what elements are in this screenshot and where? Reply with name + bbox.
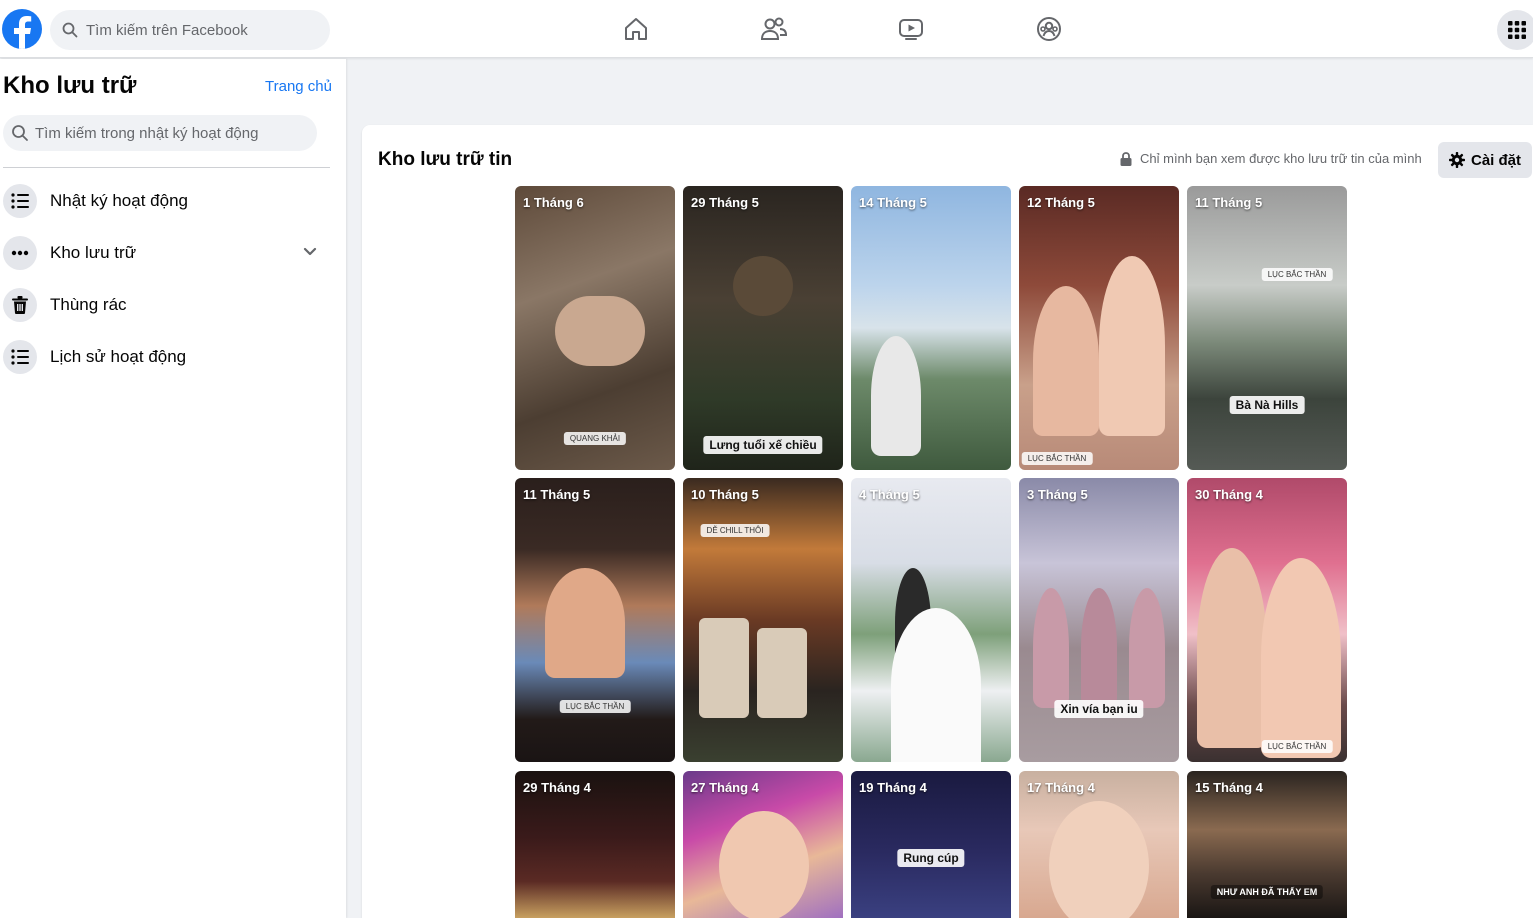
privacy-note: Chỉ mình bạn xem được kho lưu trữ tin củ… [1120, 151, 1422, 166]
search-icon [62, 22, 78, 38]
story-tile[interactable]: 4 Tháng 5 [851, 478, 1011, 762]
story-tile[interactable]: 11 Tháng 5 LỤC BẮC THẦN Bà Nà Hills [1187, 186, 1347, 470]
story-tile[interactable]: 3 Tháng 5 Xin vía bạn iu [1019, 478, 1179, 762]
story-archive-panel: Kho lưu trữ tin Chỉ mình bạn xem được kh… [362, 125, 1533, 918]
sidebar-item-label: Thùng rác [50, 295, 127, 314]
groups-icon[interactable] [1031, 11, 1067, 47]
story-date: 11 Tháng 5 [523, 487, 591, 502]
story-tile[interactable]: 27 Tháng 4 [683, 771, 843, 918]
sidebar-item-label: Kho lưu trữ [50, 243, 137, 262]
activity-search-input[interactable]: Tìm kiếm trong nhật ký hoạt động [3, 115, 317, 151]
story-date: 29 Tháng 4 [523, 780, 591, 795]
sidebar-item-activity-history[interactable]: Lịch sử hoạt động [0, 333, 335, 381]
story-date: 14 Tháng 5 [859, 195, 927, 210]
story-date: 15 Tháng 4 [1195, 780, 1263, 795]
story-date: 19 Tháng 4 [859, 780, 927, 795]
sidebar-divider [3, 167, 330, 168]
story-sticker: LỤC BẮC THẦN [1261, 268, 1333, 281]
story-tile[interactable]: 14 Tháng 5 [851, 186, 1011, 470]
sidebar-item-label: Nhật ký hoạt động [50, 191, 188, 210]
story-tile[interactable]: 17 Tháng 4 [1019, 771, 1179, 918]
chevron-down-icon[interactable] [302, 243, 318, 259]
sidebar-title: Kho lưu trữ [3, 72, 137, 99]
story-sticker: LỤC BẮC THẦN [559, 700, 631, 713]
sidebar-item-trash[interactable]: Thùng rác [0, 281, 335, 329]
story-date: 12 Tháng 5 [1027, 195, 1095, 210]
more-icon [3, 236, 37, 270]
story-tile[interactable]: 15 Tháng 4 NHƯ ANH ĐÃ THẤY EM [1187, 771, 1347, 918]
story-sticker: DỄ CHILL THÔI [700, 524, 770, 537]
settings-button[interactable]: Cài đặt [1438, 142, 1532, 178]
story-tile[interactable]: 1 Tháng 6 QUANG KHẢI [515, 186, 675, 470]
story-tile[interactable]: 19 Tháng 4 Rung cúp [851, 771, 1011, 918]
story-caption: Rung cúp [897, 849, 965, 867]
sidebar-item-label: Lịch sử hoạt động [50, 347, 187, 366]
story-tile[interactable]: 11 Tháng 5 LỤC BẮC THẦN [515, 478, 675, 762]
story-date: 1 Tháng 6 [523, 195, 584, 210]
list-icon [3, 340, 37, 374]
facebook-search-placeholder: Tìm kiếm trên Facebook [86, 21, 248, 39]
facebook-search-input[interactable]: Tìm kiếm trên Facebook [50, 10, 330, 50]
top-navigation-bar: Tìm kiếm trên Facebook [0, 0, 1533, 58]
sidebar-item-activity-log[interactable]: Nhật ký hoạt động [0, 177, 335, 225]
story-date: 10 Tháng 5 [691, 487, 759, 502]
story-date: 29 Tháng 5 [691, 195, 759, 210]
story-caption: NHƯ ANH ĐÃ THẤY EM [1210, 885, 1324, 899]
activity-search-placeholder: Tìm kiếm trong nhật ký hoạt động [35, 124, 259, 142]
story-caption: Lưng tuổi xế chiều [703, 436, 823, 454]
search-icon [12, 125, 28, 141]
watch-icon[interactable] [893, 11, 929, 47]
story-tile[interactable]: 29 Tháng 4 [515, 771, 675, 918]
grid-menu-icon[interactable] [1497, 10, 1533, 50]
story-caption: Bà Nà Hills [1229, 396, 1305, 414]
story-tile[interactable]: 29 Tháng 5 Lưng tuổi xế chiều [683, 186, 843, 470]
sidebar-item-archive[interactable]: Kho lưu trữ [0, 229, 335, 277]
story-date: 3 Tháng 5 [1027, 487, 1088, 502]
settings-label: Cài đặt [1470, 151, 1521, 169]
gear-icon [1448, 152, 1465, 168]
archive-sidebar: Kho lưu trữ Trang chủ Tìm kiếm trong nhậ… [0, 59, 346, 918]
lock-icon [1120, 151, 1132, 166]
story-caption: Xin vía bạn iu [1054, 700, 1144, 718]
story-date: 27 Tháng 4 [691, 780, 759, 795]
story-tile[interactable]: 10 Tháng 5 DỄ CHILL THÔI [683, 478, 843, 762]
facebook-logo-icon[interactable] [2, 9, 42, 49]
story-date: 17 Tháng 4 [1027, 780, 1095, 795]
friends-icon[interactable] [756, 11, 792, 47]
list-icon [3, 184, 37, 218]
story-date: 30 Tháng 4 [1195, 487, 1263, 502]
privacy-note-text: Chỉ mình bạn xem được kho lưu trữ tin củ… [1140, 151, 1422, 166]
home-icon[interactable] [618, 11, 654, 47]
story-sticker: QUANG KHẢI [563, 432, 627, 445]
story-sticker: LỤC BẮC THẦN [1261, 740, 1333, 753]
page-title: Kho lưu trữ tin [378, 149, 513, 170]
home-link[interactable]: Trang chủ [265, 78, 332, 95]
story-tile[interactable]: 12 Tháng 5 LỤC BẮC THẦN [1019, 186, 1179, 470]
story-tile[interactable]: 30 Tháng 4 LỤC BẮC THẦN [1187, 478, 1347, 762]
story-date: 4 Tháng 5 [859, 487, 920, 502]
trash-icon [3, 288, 37, 322]
story-sticker: LỤC BẮC THẦN [1021, 452, 1093, 465]
story-date: 11 Tháng 5 [1195, 195, 1263, 210]
